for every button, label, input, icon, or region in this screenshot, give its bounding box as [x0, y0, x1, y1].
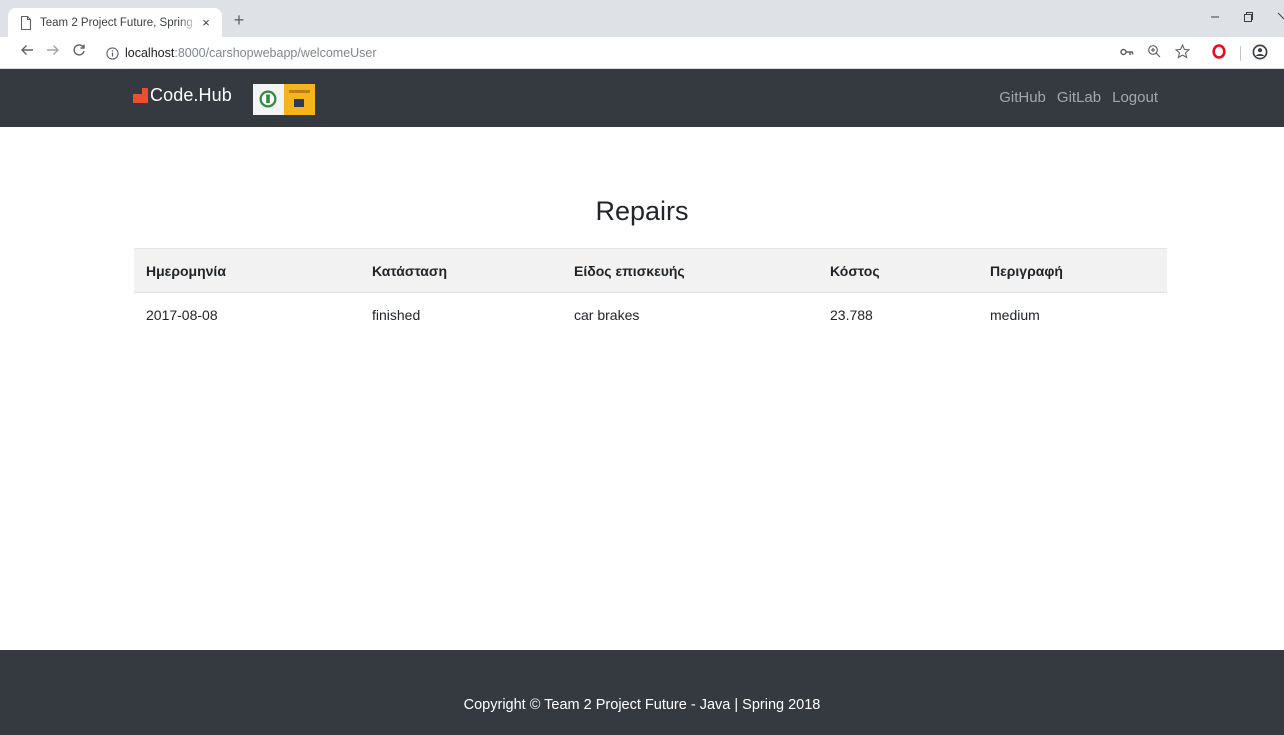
- site-navbar: Code.Hub GitHub GitLab Logout: [0, 69, 1284, 127]
- star-icon[interactable]: [1173, 43, 1191, 62]
- site-footer: Copyright © Team 2 Project Future - Java…: [0, 650, 1284, 735]
- nav-link-github[interactable]: GitHub: [999, 89, 1046, 106]
- new-tab-button[interactable]: +: [229, 10, 249, 30]
- table-header: Ημερομηνία Κατάσταση Είδος επισκευής Κόσ…: [134, 248, 1167, 293]
- minimize-icon[interactable]: [1205, 9, 1225, 29]
- brand-name: Code.Hub: [150, 85, 232, 105]
- repairs-table: Ημερομηνία Κατάσταση Είδος επισκευής Κόσ…: [134, 248, 1167, 337]
- url-text[interactable]: localhost:8000/carshopwebapp/welcomeUser: [125, 46, 377, 60]
- browser-tab[interactable]: Team 2 Project Future, Spring MVC ×: [8, 8, 222, 37]
- page-title: Repairs: [595, 196, 689, 226]
- back-icon[interactable]: [16, 42, 38, 64]
- column-header-repair-type: Είδος επισκευής: [562, 248, 818, 293]
- info-icon[interactable]: [106, 46, 119, 60]
- address-bar[interactable]: localhost:8000/carshopwebapp/welcomeUser: [106, 40, 1111, 66]
- nav-link-gitlab[interactable]: GitLab: [1057, 89, 1101, 106]
- key-icon[interactable]: [1118, 44, 1136, 62]
- nav-link-logout[interactable]: Logout: [1112, 89, 1158, 106]
- opera-icon[interactable]: [1210, 44, 1228, 62]
- column-header-description: Περιγραφή: [978, 248, 1167, 293]
- copyright-text: Copyright © Team 2 Project Future - Java…: [463, 697, 821, 713]
- cell-cost: 23.788: [830, 306, 873, 323]
- table-row: 2017-08-08 finished car brakes 23.788 me…: [134, 293, 1167, 337]
- codehub-logo-icon: [133, 88, 148, 103]
- cell-status: finished: [372, 306, 421, 323]
- zoom-icon[interactable]: [1145, 44, 1163, 62]
- restore-icon[interactable]: [1238, 9, 1258, 29]
- brand-logo[interactable]: Code.Hub: [133, 85, 232, 106]
- tab-close-icon[interactable]: ×: [198, 15, 214, 30]
- column-header-cost: Κόστος: [818, 248, 978, 293]
- url-path: :8000/carshopwebapp/welcomeUser: [174, 46, 377, 60]
- close-icon[interactable]: [1272, 9, 1284, 29]
- browser-toolbar: localhost:8000/carshopwebapp/welcomeUser: [0, 37, 1284, 69]
- forward-icon[interactable]: [42, 42, 64, 64]
- column-header-status: Κατάσταση: [360, 248, 562, 293]
- browser-tab-strip: Team 2 Project Future, Spring MVC × +: [0, 0, 1284, 37]
- page-icon: [20, 15, 32, 30]
- column-header-date: Ημερομηνία: [134, 248, 360, 293]
- reload-icon[interactable]: [68, 42, 90, 64]
- table-body: 2017-08-08 finished car brakes 23.788 me…: [134, 293, 1167, 337]
- toolbar-separator: [1240, 46, 1241, 61]
- url-host: localhost: [125, 46, 175, 60]
- cell-date: 2017-08-08: [146, 306, 218, 323]
- cell-description: medium: [990, 306, 1040, 323]
- tab-title: Team 2 Project Future, Spring MVC: [40, 16, 198, 29]
- profile-icon[interactable]: [1251, 44, 1269, 62]
- table-header-row: Ημερομηνία Κατάσταση Είδος επισκευής Κόσ…: [134, 248, 1167, 293]
- cell-repair-type: car brakes: [574, 306, 640, 323]
- partner-logo: [253, 84, 315, 115]
- nav-links: GitHub GitLab Logout: [999, 89, 1158, 106]
